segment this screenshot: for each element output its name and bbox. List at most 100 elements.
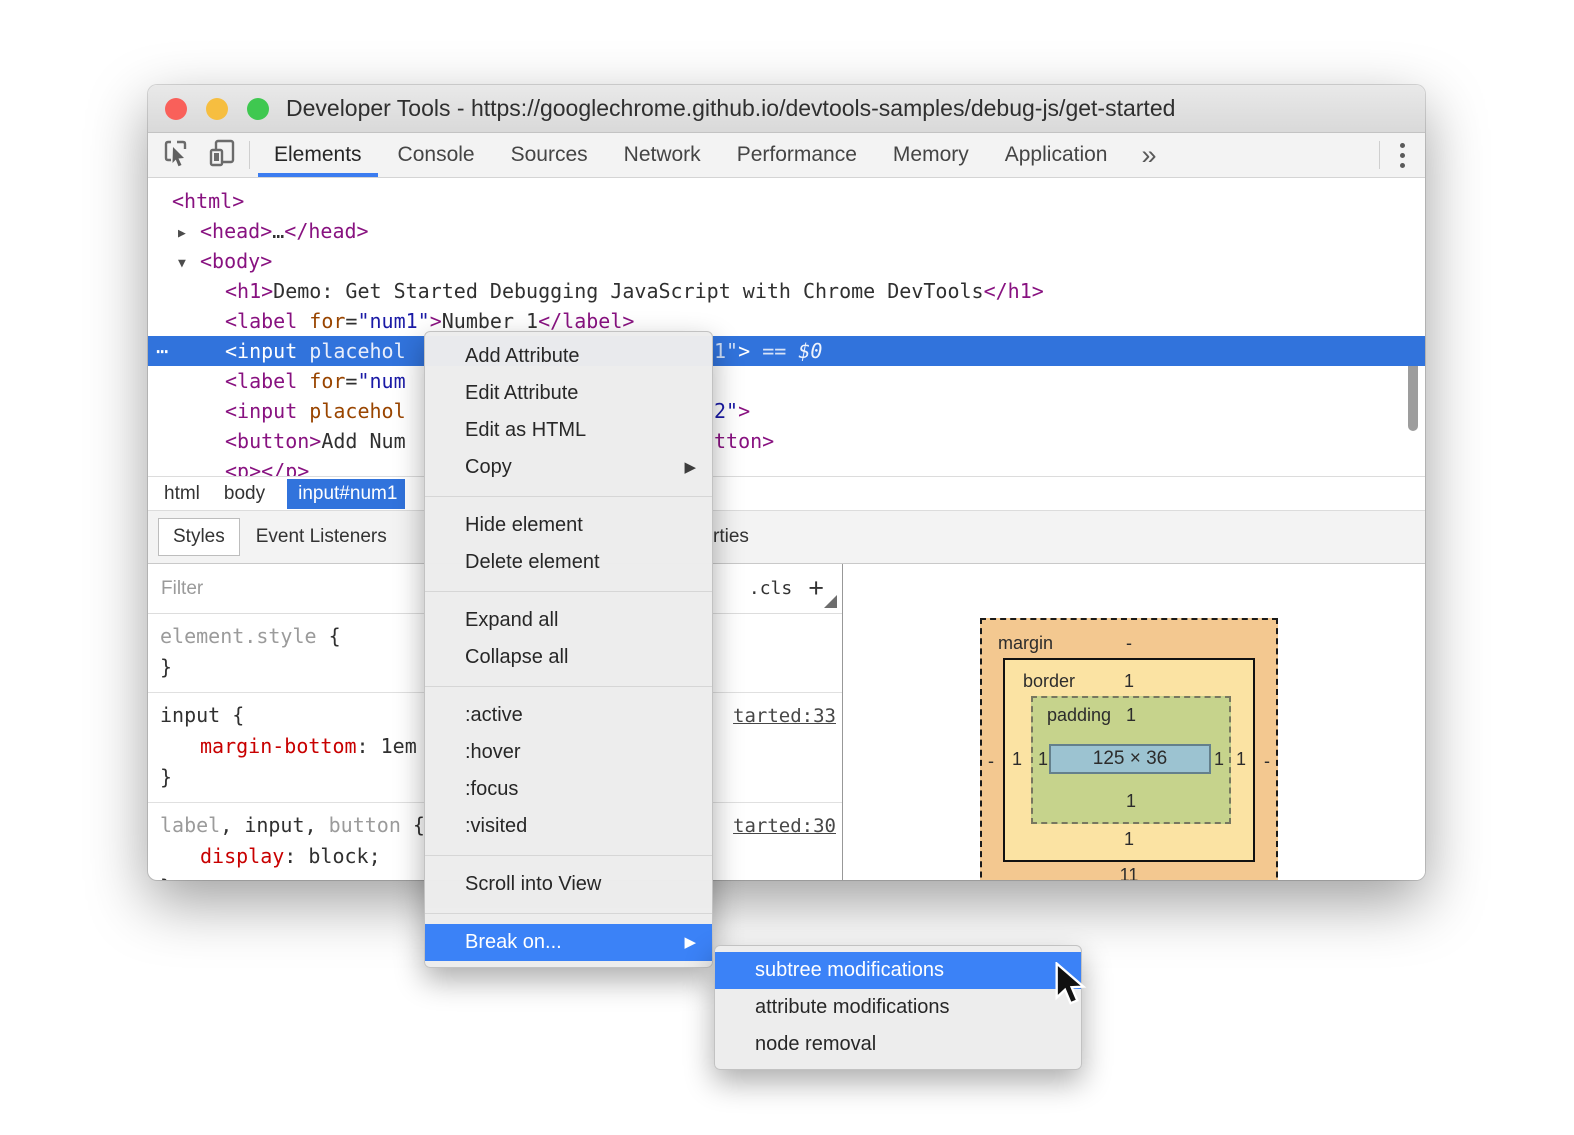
row-actions-ellipsis[interactable]: ⋯ [156,336,169,366]
dom-tree-row[interactable]: <label for="num1">Number 1</label> [148,306,1425,336]
breadcrumb-item-inputnum1[interactable]: input#num1 [287,478,406,509]
sidebar-tab-styles[interactable]: Styles [158,518,240,556]
tab-properties-partial[interactable]: rties [713,526,749,548]
box-model-content-box[interactable]: 125 × 36 [1049,744,1211,774]
margin-right-value[interactable]: - [1264,750,1270,772]
dom-tree-row[interactable]: <html> [148,186,1425,216]
tab-sources[interactable]: Sources [493,133,606,177]
stylesheet-link[interactable]: tarted:30 [733,811,836,842]
menu-item-subtree-modifications[interactable]: subtree modifications [715,952,1081,989]
menu-item-scroll-into-view[interactable]: Scroll into View [425,866,712,903]
code-token: { [220,703,245,727]
code-token: <input [225,339,298,363]
more-panels-chevron[interactable]: » [1125,133,1172,177]
code-token: = [345,309,358,333]
code-token: tton> [714,429,775,453]
expand-expanded-icon[interactable]: ▼ [178,249,200,279]
new-style-rule-button[interactable]: + [808,573,824,604]
tab-network[interactable]: Network [606,133,719,177]
padding-bottom-value[interactable]: 1 [1033,790,1229,812]
sidebar-tabs: Styles Event Listeners rties [148,511,1425,564]
styles-filter-input[interactable]: Filter [148,578,203,600]
dom-tree-row[interactable]: <button>Add Num tton> [148,426,1425,456]
menu-item-label: Expand all [465,609,559,631]
tab-memory[interactable]: Memory [875,133,987,177]
menu-item-active[interactable]: :active [425,697,712,734]
menu-item-add-attribute[interactable]: Add Attribute [425,338,712,375]
expand-collapsed-icon[interactable]: ▶ [178,219,200,249]
menu-separator [425,591,712,592]
box-model-diagram[interactable]: margin - - - 11 border 1 1 1 1 padding 1… [980,618,1278,880]
element-classes-button[interactable]: .cls [749,578,792,599]
zoom-window-button[interactable] [247,97,269,120]
border-right-value[interactable]: 1 [1236,748,1246,770]
devtools-window: Developer Tools - https://googlechrome.g… [148,85,1425,880]
code-fragment-right: 1"> == $0 [714,336,822,366]
padding-right-value[interactable]: 1 [1214,748,1224,770]
menu-item-focus[interactable]: :focus [425,771,712,808]
minimize-window-button[interactable] [206,97,228,120]
menu-item-edit-as-html[interactable]: Edit as HTML [425,412,712,449]
menu-item-break-on[interactable]: Break on... ▶ [425,924,712,961]
menu-item-label: attribute modifications [755,996,950,1018]
toolbar-divider [249,141,250,169]
menu-item-attribute-modifications[interactable]: attribute modifications [715,989,1081,1026]
stylesheet-link[interactable]: tarted:33 [733,701,836,732]
menu-item-hide-element[interactable]: Hide element [425,507,712,544]
code-token: <label [225,309,298,333]
breadcrumb-item-html[interactable]: html [152,481,212,507]
menu-item-expand-all[interactable]: Expand all [425,602,712,639]
border-top-value[interactable]: 1 [1005,670,1253,692]
menu-item-edit-attribute[interactable]: Edit Attribute [425,375,712,412]
border-left-value[interactable]: 1 [1012,748,1022,770]
menu-item-delete-element[interactable]: Delete element [425,544,712,581]
padding-top-value[interactable]: 1 [1033,704,1229,726]
sidebar-tab-event-listeners[interactable]: Event Listeners [242,519,401,555]
devtools-toolbar: Elements Console Sources Network Performance… [148,133,1425,178]
breadcrumb-item-body[interactable]: body [212,481,277,507]
code-token: Demo: Get Started Debugging JavaScript w… [273,279,984,303]
margin-top-value[interactable]: - [982,632,1276,654]
device-toolbar-icon[interactable] [207,138,237,173]
title-bar[interactable]: Developer Tools - https://googlechrome.g… [148,85,1425,133]
code-token: input [160,703,221,727]
menu-item-visited[interactable]: :visited [425,808,712,845]
menu-item-collapse-all[interactable]: Collapse all [425,639,712,676]
dom-tree-row[interactable]: <p></p> [148,456,1425,476]
border-bottom-value[interactable]: 1 [1005,828,1253,850]
menu-item-label: Copy [465,456,512,478]
break-on-submenu: subtree modifications attribute modificat… [714,945,1082,1070]
computed-pane: margin - - - 11 border 1 1 1 1 padding 1… [843,564,1425,880]
box-model-border-box[interactable]: border 1 1 1 1 padding 1 1 1 1 125 × 36 [1003,658,1255,862]
menu-item-node-removal[interactable]: node removal [715,1026,1081,1063]
dom-tree-row[interactable]: <label for="num [148,366,1425,396]
padding-left-value[interactable]: 1 [1038,748,1048,770]
menu-item-hover[interactable]: :hover [425,734,712,771]
tab-elements[interactable]: Elements [256,133,380,177]
menu-item-label: Break on... [465,931,562,953]
inspect-element-icon[interactable] [162,138,191,172]
menu-item-label: :visited [465,815,528,837]
close-window-button[interactable] [165,97,187,120]
dom-tree-row[interactable]: ⋯ <input placehol 1"> == $0 [148,336,1425,366]
tab-application[interactable]: Application [987,133,1126,177]
code-token: label [160,813,221,837]
code-fragment-right: tton> [714,426,774,456]
tab-console[interactable]: Console [380,133,493,177]
code-token: : [356,734,381,758]
box-model-padding-box[interactable]: padding 1 1 1 1 125 × 36 [1031,696,1231,824]
dom-tree-row[interactable]: ▼ <body> [148,246,1425,276]
devtools-menu-icon[interactable] [1380,142,1425,168]
menu-item-copy[interactable]: Copy ▶ [425,449,712,486]
code-token: placehol [297,339,406,363]
menu-item-label: node removal [755,1033,877,1055]
tab-performance[interactable]: Performance [719,133,875,177]
margin-bottom-value[interactable]: 11 [982,864,1276,880]
dom-tree-row[interactable]: ▶ <head>…</head> [148,216,1425,246]
margin-left-value[interactable]: - [988,750,994,772]
dom-tree-row[interactable]: <input placehol 2"> [148,396,1425,426]
code-token: { [400,813,425,837]
element-context-menu: Add Attribute Edit Attribute Edit as HTML C… [424,331,713,968]
traffic-lights [165,97,269,120]
dom-tree-row[interactable]: <h1>Demo: Get Started Debugging JavaScri… [148,276,1425,306]
